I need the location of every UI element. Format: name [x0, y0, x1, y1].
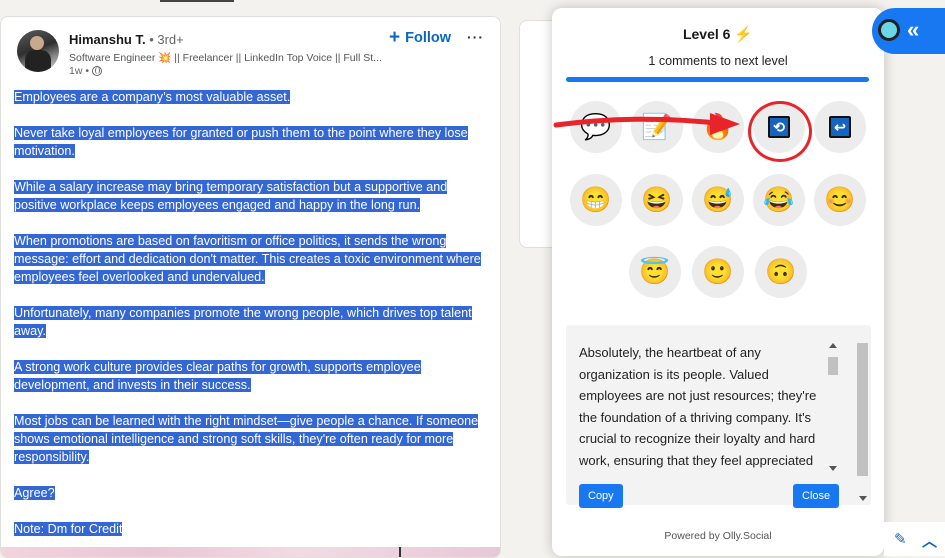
robot-icon: [878, 19, 900, 41]
compose-icon[interactable]: ✎: [894, 530, 907, 548]
olly-launcher[interactable]: «: [872, 8, 945, 54]
post-paragraph: Agree?: [14, 486, 55, 500]
annotation-arrow: [553, 113, 740, 135]
upside-down-emoji-icon: 🙃: [765, 257, 797, 286]
post-text[interactable]: Employees are a company’s most valuable …: [14, 88, 488, 556]
lightning-icon: ⚡: [734, 26, 754, 43]
post-card: Himanshu T. • 3rd+ Software Engineer 💥 |…: [0, 16, 501, 558]
post-paragraph: A strong work culture provides clear pat…: [14, 360, 421, 392]
post-paragraph: When promotions are based on favoritism …: [14, 234, 481, 284]
level-label: Level 6: [682, 26, 731, 42]
emoji-blush-button[interactable]: 😊: [814, 174, 866, 226]
collapse-chevrons-icon: «: [907, 17, 919, 42]
next-level-text: 1 comments to next level: [648, 54, 788, 68]
olly-panel: Level 6 ⚡ 1 comments to next level 💬 📝 🔥…: [552, 8, 884, 556]
top-tab-indicator: [160, 0, 234, 2]
level-progress-bar: [566, 77, 869, 82]
emoji-upside-down-button[interactable]: 🙃: [755, 246, 807, 298]
laugh-emoji-icon: 😆: [641, 185, 673, 214]
slight-smile-emoji-icon: 🙂: [702, 257, 734, 286]
post-paragraph: Note: Dm for Credit: [14, 522, 123, 536]
author-name[interactable]: Himanshu T.: [69, 32, 146, 47]
emoji-joy-button[interactable]: 😂: [753, 174, 805, 226]
reply-text-scrollbar[interactable]: [826, 341, 840, 473]
sweat-smile-emoji-icon: 😅: [702, 185, 734, 214]
emoji-slight-smile-button[interactable]: 🙂: [692, 246, 744, 298]
chevron-up-icon[interactable]: ︿: [922, 530, 937, 551]
post-time: 1w •: [69, 65, 103, 77]
post-paragraph: Most jobs can be learned with the right …: [14, 414, 479, 464]
author-avatar[interactable]: [17, 30, 59, 72]
follow-button[interactable]: + Follow: [389, 27, 452, 48]
emoji-innocent-button[interactable]: 😇: [629, 246, 681, 298]
emoji-laugh-button[interactable]: 😆: [631, 174, 683, 226]
emoji-sweat-smile-button[interactable]: 😅: [692, 174, 744, 226]
post-paragraph: Unfortunately, many companies promote th…: [14, 306, 472, 338]
emoji-grin-button[interactable]: 😁: [570, 174, 622, 226]
author-headline: Software Engineer 💥 || Freelancer || Lin…: [69, 52, 382, 64]
return-button[interactable]: ↩: [814, 101, 866, 153]
globe-icon: [92, 66, 103, 76]
follow-label: Follow: [405, 30, 452, 46]
return-icon: ↩: [829, 116, 851, 138]
grin-emoji-icon: 😁: [580, 185, 612, 214]
author-line: Himanshu T. • 3rd+: [69, 32, 184, 47]
annotation-circle: [748, 101, 812, 162]
level-title: Level 6 ⚡: [552, 25, 884, 43]
more-options-button[interactable]: ···: [467, 29, 484, 45]
post-paragraph: While a salary increase may bring tempor…: [14, 180, 448, 212]
post-paragraph: Employees are a company’s most valuable …: [14, 90, 291, 104]
powered-by: Powered by Olly.Social: [664, 530, 772, 542]
innocent-emoji-icon: 😇: [639, 257, 671, 286]
messaging-bar: ✎ ︿: [884, 522, 945, 556]
close-button[interactable]: Close: [793, 484, 840, 508]
plus-icon: +: [389, 27, 401, 48]
blush-emoji-icon: 😊: [824, 185, 856, 214]
post-time-label: 1w •: [69, 65, 90, 77]
connection-degree: • 3rd+: [145, 32, 184, 47]
generated-reply-box: Absolutely, the heartbeat of any organiz…: [566, 325, 871, 508]
copy-button[interactable]: Copy: [579, 484, 623, 508]
reply-box-scrollbar[interactable]: [856, 343, 870, 503]
generated-reply-text[interactable]: Absolutely, the heartbeat of any organiz…: [579, 342, 829, 472]
post-paragraph: Never take loyal employees for granted o…: [14, 126, 468, 158]
joy-emoji-icon: 😂: [763, 185, 795, 214]
